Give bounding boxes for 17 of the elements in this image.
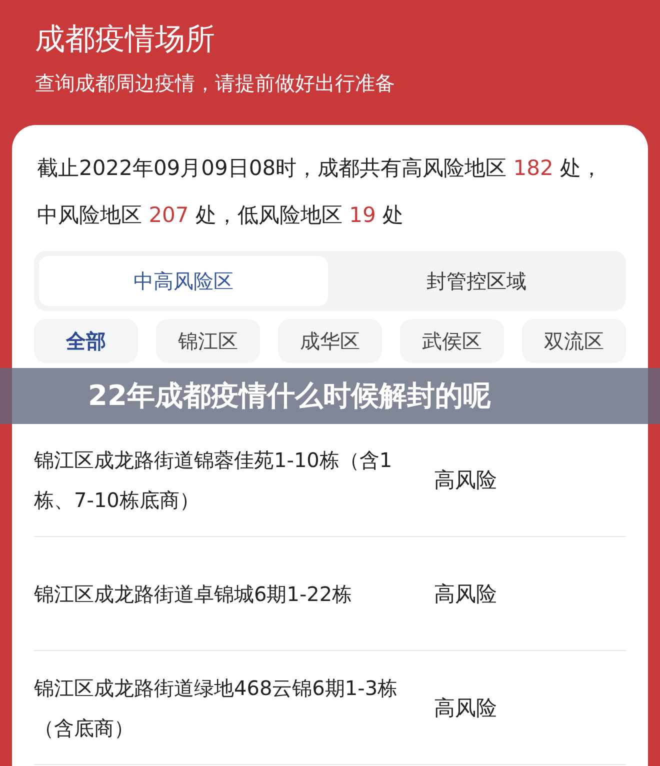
district-chip[interactable]: 锦江区 — [156, 319, 260, 363]
place-address: 锦江区成龙路街道锦蓉佳苑1-10栋（含1栋、7-10栋底商） — [34, 446, 394, 514]
tab[interactable]: 封管控区域 — [332, 256, 621, 306]
risk-level: 高风险 — [434, 580, 497, 608]
page-title: 成都疫情场所 — [35, 21, 216, 59]
district-chip[interactable]: 双流区 — [522, 319, 626, 363]
risk-level: 高风险 — [434, 466, 497, 494]
district-chip[interactable]: 成华区 — [278, 319, 382, 363]
place-address: 锦江区成龙路街道卓锦城6期1-22栋 — [34, 580, 354, 608]
page-subtitle: 查询成都周边疫情，请提前做好出行准备 — [35, 70, 396, 97]
risk-level: 高风险 — [434, 694, 497, 722]
district-chip[interactable]: 全部 — [34, 319, 138, 363]
tab[interactable]: 中高风险区 — [39, 256, 328, 306]
banner-title: 22年成都疫情什么时候解封的呢 — [88, 378, 491, 414]
district-chip[interactable]: 武侯区 — [400, 319, 504, 363]
risk-summary: 截止2022年09月09日08时，成都共有高风险地区 182 处，中风险地区 207 处，低风险地区 19 处 — [36, 155, 604, 229]
place-address: 锦江区成龙路街道绿地468云锦6期1-3栋（含底商） — [34, 674, 399, 742]
